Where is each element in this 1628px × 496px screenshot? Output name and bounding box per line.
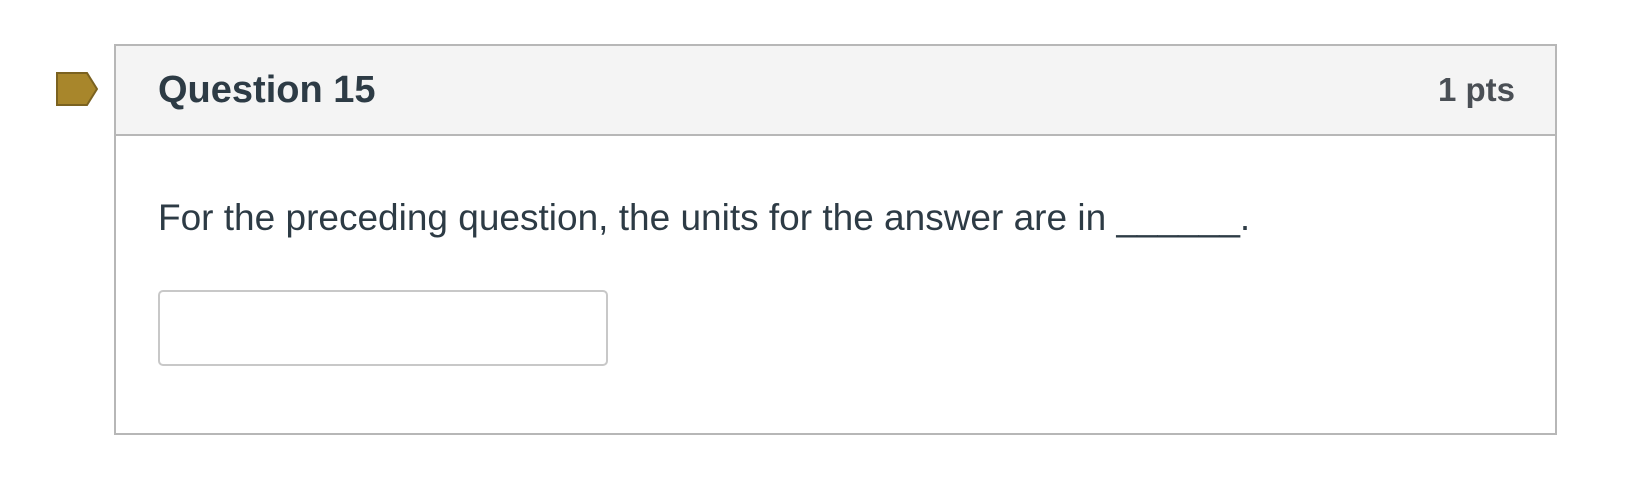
- question-card: Question 15 1 pts For the preceding ques…: [114, 44, 1557, 435]
- question-points: 1 pts: [1437, 71, 1515, 108]
- question-title: Question 15: [158, 68, 376, 111]
- quiz-page: Question 15 1 pts For the preceding ques…: [0, 0, 1628, 496]
- question-body: For the preceding question, the units fo…: [116, 136, 1555, 366]
- answer-input[interactable]: [158, 290, 608, 366]
- flag-question-icon[interactable]: [56, 72, 98, 106]
- question-header: Question 15 1 pts: [116, 46, 1555, 136]
- bookmark-flag-icon: [56, 72, 98, 106]
- question-text: For the preceding question, the units fo…: [158, 197, 1251, 238]
